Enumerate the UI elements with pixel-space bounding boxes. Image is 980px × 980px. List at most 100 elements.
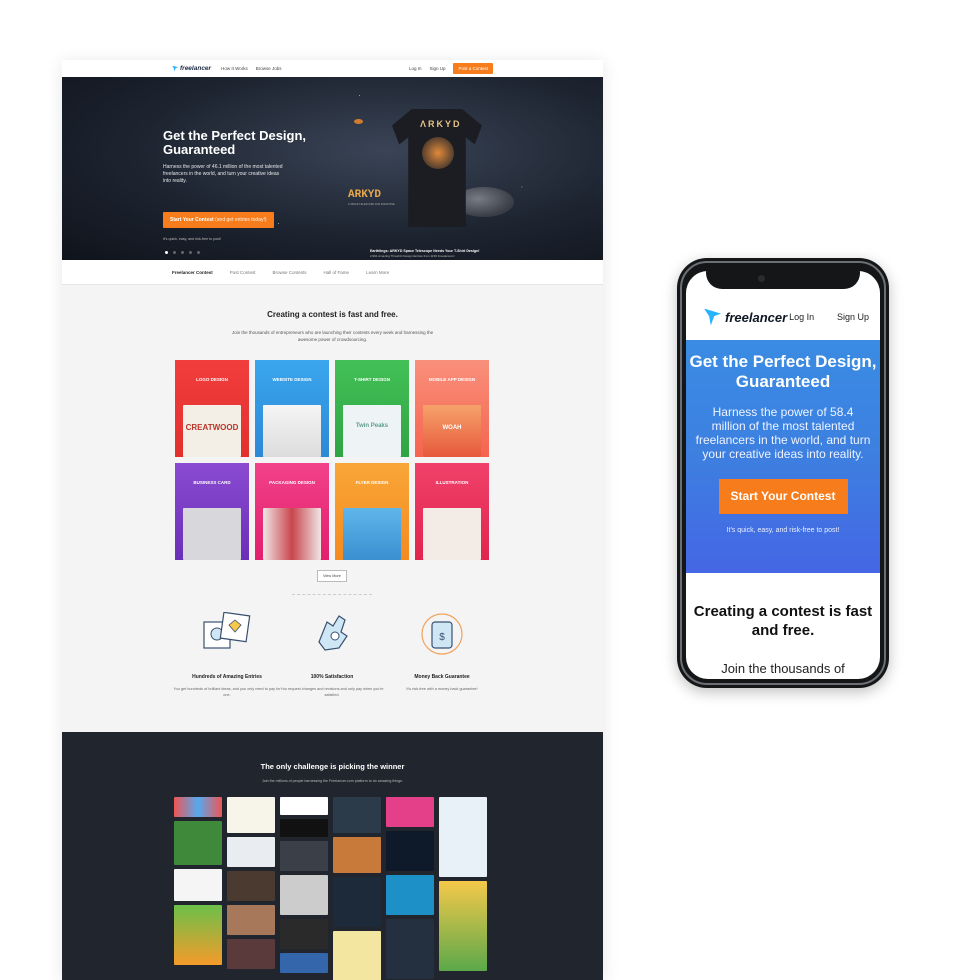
mobile-signup-link[interactable]: Sign Up [837,312,869,322]
section-subtitle: Join the thousands of entrepreneurs who … [231,330,434,342]
category-logo-design[interactable]: LOGO DESIGN CREATWOOD [175,360,249,457]
hero-title: Get the Perfect Design, Guaranteed [163,128,307,157]
gallery-item[interactable] [227,797,275,833]
carousel-dot[interactable] [173,251,176,254]
business-card-sample-image [183,508,241,560]
hero-banner: Get the Perfect Design, Guaranteed Harne… [62,77,603,260]
gallery-item[interactable] [174,797,222,817]
gallery-item[interactable] [386,831,434,871]
phone-notch [706,271,860,289]
start-contest-button[interactable]: Start Your Contest (and get entries toda… [163,212,274,228]
entries-gallery [174,797,487,980]
carousel-dot[interactable] [165,251,168,254]
category-grid: LOGO DESIGN CREATWOOD WEBSITE DESIGN T-S… [175,360,489,560]
freelancer-logo[interactable]: freelancer [172,65,211,72]
post-contest-button[interactable]: Post a Contest [453,63,493,74]
winner-subtitle: Join the millions of people harnessing t… [262,779,403,783]
arkyd-logo: ARKYD [348,189,382,201]
gallery-item[interactable] [386,875,434,915]
gallery-item[interactable] [280,875,328,915]
gallery-item[interactable] [280,919,328,949]
category-illustration[interactable]: ILLUSTRATION [415,463,489,560]
winner-section: The only challenge is picking the winner… [62,732,603,980]
gallery-item[interactable] [227,939,275,969]
nav-how-it-works[interactable]: How It Works [221,66,248,71]
tab-freelancer-contest[interactable]: Freelancer Contest [172,270,213,275]
contest-tabs: Freelancer Contest Post Contest Browse C… [62,260,603,285]
login-link[interactable]: Log In [409,66,422,71]
tab-browse-contests[interactable]: Browse Contests [273,270,307,275]
gallery-item[interactable] [333,797,381,833]
phone-mockup: freelancer Log In Sign Up Get the Perfec… [677,258,889,688]
mobile-start-contest-button[interactable]: Start Your Contest [718,479,848,514]
tab-learn-more[interactable]: Learn More [366,270,389,275]
category-tshirt-design[interactable]: T-SHIRT DESIGN Twin Peaks [335,360,409,457]
category-business-card[interactable]: BUSINESS CARD [175,463,249,560]
category-website-design[interactable]: WEBSITE DESIGN [255,360,329,457]
ok-hand-icon [305,612,359,656]
category-flyer-design[interactable]: FLYER DESIGN [335,463,409,560]
gallery-item[interactable] [280,797,328,815]
carousel-dot[interactable] [181,251,184,254]
winner-title: The only challenge is picking the winner [260,762,405,771]
mobile-section-title: Creating a contest is fast and free. [693,603,873,639]
arkyd-tagline: A SPACE TELESCOPE FOR EVERYONE [348,203,395,206]
showcase-caption: Earthlings: ARKYD Space Telescope Needs … [370,249,480,253]
gallery-item[interactable] [227,905,275,935]
gallery-item[interactable] [280,819,328,837]
mobile-section-subtitle: Join the thousands of entrepreneurs who … [721,661,845,676]
view-more-button[interactable]: View More [317,570,347,582]
astronaut-print [422,137,454,169]
gallery-item[interactable] [227,837,275,867]
money-jar-icon: $ [415,612,469,656]
freelancer-logo-mobile[interactable]: freelancer [704,308,787,326]
starfield-background [62,77,603,260]
feature-amazing-entries: Hundreds of Amazing Entries You get hund… [172,611,282,698]
gallery-item[interactable] [280,841,328,871]
app-sample-image: WOAH [423,405,481,457]
category-mobile-app-design[interactable]: MOBILE APP DESIGN WOAH [415,360,489,457]
showcase-caption-sub: 2,991 Amazing Threshirt Design Entries f… [370,254,455,258]
mobile-hero-subtitle: Harness the power of 58.4 million of the… [695,405,871,461]
gallery-item[interactable] [439,881,487,971]
camera-icon [758,275,765,282]
logo-sample-image: CREATWOOD [183,405,241,457]
mobile-hero-title: Get the Perfect Design, Guaranteed [689,352,877,391]
carousel-dot[interactable] [189,251,192,254]
tab-hall-of-fame[interactable]: Hall of Fame [324,270,350,275]
gallery-item[interactable] [280,953,328,973]
feature-text: You request changes and revisions and on… [280,687,384,697]
shirt-print-text: ΛRKYD [420,119,462,129]
gallery-item[interactable] [174,821,222,865]
signup-link[interactable]: Sign Up [429,66,445,71]
gallery-item[interactable] [174,869,222,901]
gallery-item[interactable] [227,871,275,901]
phone-screen: freelancer Log In Sign Up Get the Perfec… [686,271,880,679]
carousel-dot[interactable] [197,251,200,254]
gallery-item[interactable] [386,797,434,827]
feature-money-back: $ Money Back Guarantee It's risk-free wi… [387,612,497,693]
hero-subtitle: Harness the power of 46.1 million of the… [163,164,283,184]
gallery-item[interactable] [333,837,381,873]
carousel-dots[interactable] [165,251,200,254]
nav-browse-jobs[interactable]: Browse Jobs [256,66,282,71]
gallery-item[interactable] [439,797,487,877]
feature-satisfaction: 100% Satisfaction You request changes an… [277,612,387,698]
feature-text: You get hundreds of brilliant ideas, and… [173,687,281,697]
tshirt-sample-image: Twin Peaks [343,405,401,457]
mobile-nav: freelancer Log In Sign Up [686,294,880,340]
feature-text: It's risk-free with a money back guarant… [406,687,478,691]
gallery-item[interactable] [333,931,381,980]
gallery-item[interactable] [174,905,222,965]
category-packaging-design[interactable]: PACKAGING DESIGN [255,463,329,560]
mobile-login-link[interactable]: Log In [789,312,814,322]
gallery-item[interactable] [333,877,381,927]
top-nav: freelancer How It Works Browse Jobs Log … [62,60,603,77]
hero-note: It's quick, easy, and risk-free to post! [163,237,221,241]
mobile-hero: Get the Perfect Design, Guaranteed Harne… [686,340,880,573]
bird-icon [172,65,178,72]
feature-title: Money Back Guarantee [414,674,470,680]
tab-post-contest[interactable]: Post Contest [230,270,256,275]
mobile-hero-note: It's quick, easy, and risk-free to post! [726,527,840,534]
gallery-item[interactable] [386,919,434,979]
